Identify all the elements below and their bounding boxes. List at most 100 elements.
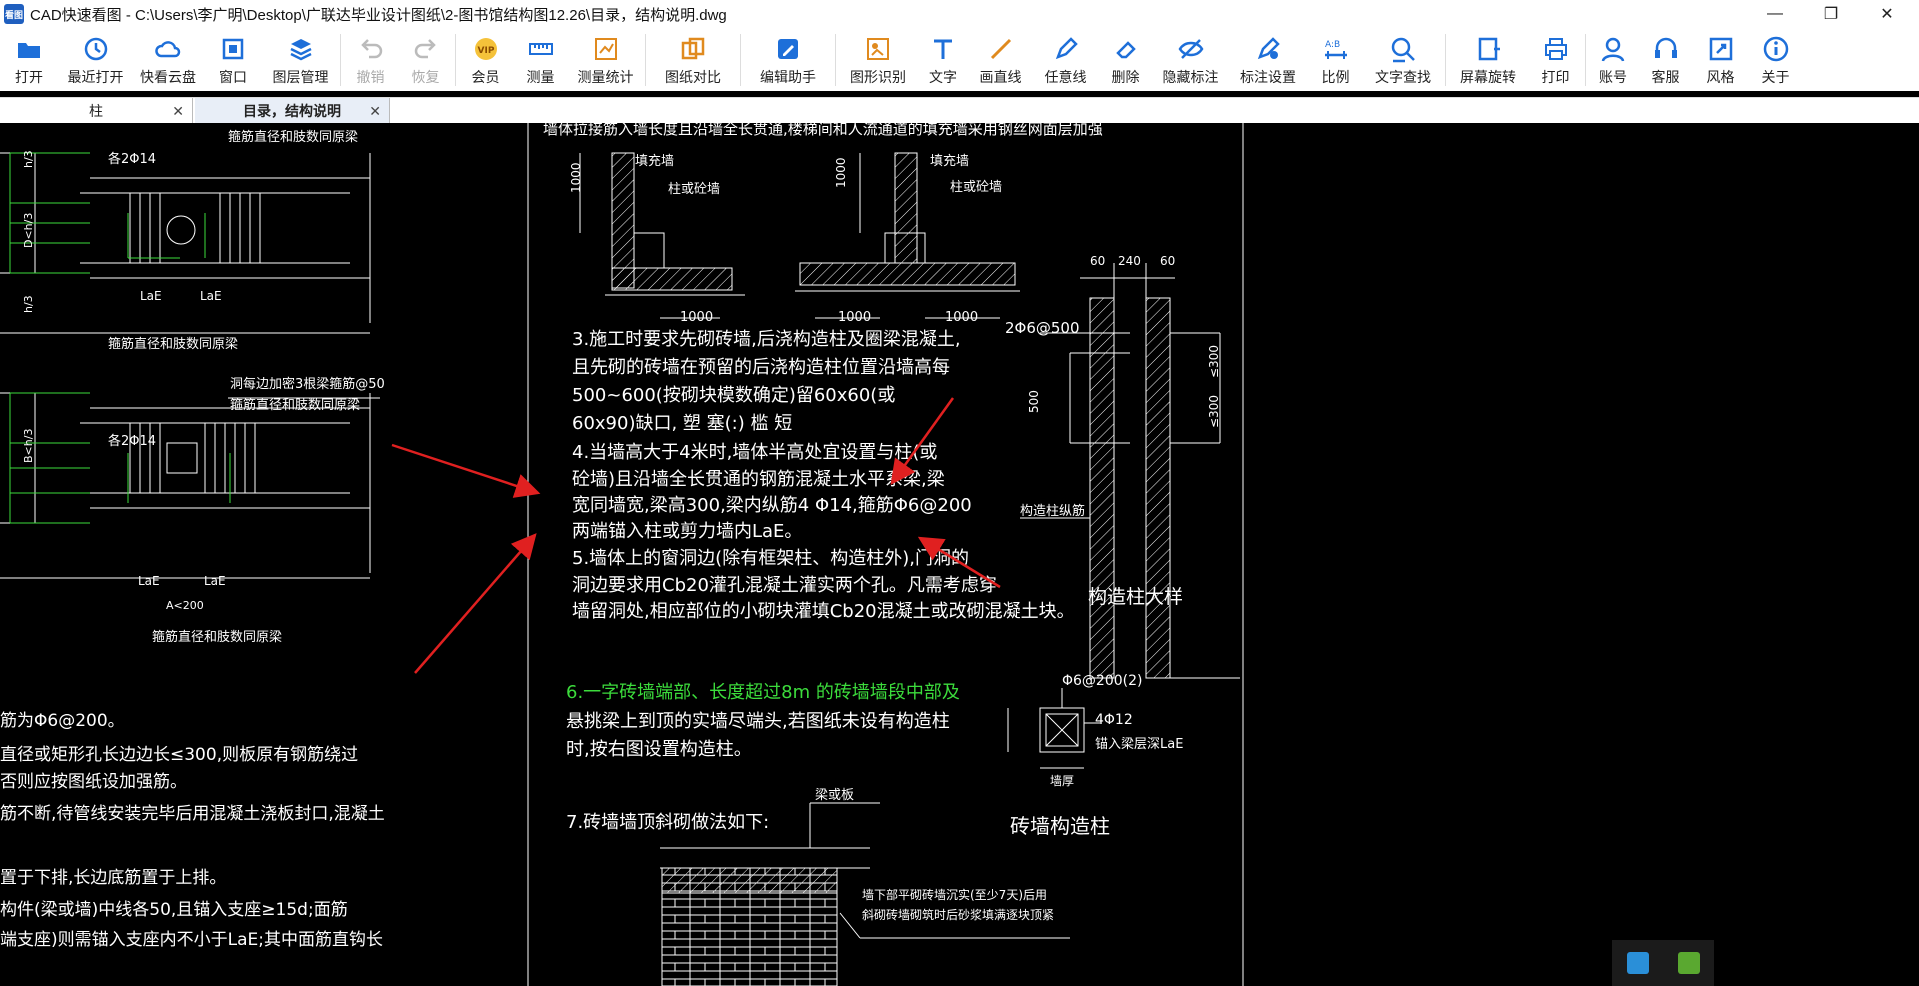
toolbar-button-line[interactable]: 画直线	[968, 28, 1033, 91]
toolbar-button-cloud[interactable]: 快看云盘	[133, 28, 203, 91]
dim-60: 60	[1090, 254, 1105, 268]
label-1000: 1000	[838, 310, 871, 325]
toolbar-button-edit-assistant[interactable]: 编辑助手	[743, 28, 833, 91]
edit-assistant-icon	[773, 34, 803, 64]
left-note-line: 筋不断,待管线安装完毕后用混凝土浇板封口,混凝土	[0, 804, 385, 824]
dim-500: 500	[1027, 390, 1041, 413]
toolbar-button-info[interactable]: 关于	[1748, 28, 1803, 91]
toolbar-button-undo: 撤销	[343, 28, 398, 91]
label-rebar4: 箍筋直径和肢数同原梁	[152, 629, 282, 645]
tab-column[interactable]: 柱 ✕	[0, 98, 193, 124]
close-window-icon[interactable]: ✕	[1859, 0, 1915, 28]
toolbar-label: 会员	[471, 69, 500, 85]
toolbar-label: 编辑助手	[760, 69, 816, 85]
dim-60: 60	[1160, 254, 1175, 268]
toolbar-button-folder-open[interactable]: 打开	[0, 28, 58, 91]
tab-structure-notes[interactable]: 目录，结构说明 ✕	[195, 98, 390, 124]
minimize-icon[interactable]: —	[1747, 0, 1803, 28]
label-beam: 梁或板	[815, 788, 854, 803]
note-line: 5.墙体上的窗洞边(除有框架柱、构造柱外),门洞的	[572, 548, 969, 569]
toolbar-button-style[interactable]: 风格	[1693, 28, 1748, 91]
rotate-screen-icon	[1473, 34, 1503, 64]
vip-icon: VIP	[471, 34, 501, 64]
tray-app-icon[interactable]	[1626, 952, 1649, 974]
toolbar-separator	[1445, 34, 1446, 86]
brick-note: 斜砌砖墙砌筑时后砂浆填满逐块顶紧	[862, 907, 1054, 922]
note-line: 悬挑梁上到顶的实墙尽端头,若图纸未设有构造柱	[566, 711, 950, 732]
toolbar-separator	[340, 34, 341, 86]
toolbar-button-hide-eye[interactable]: 隐藏标注	[1153, 28, 1228, 91]
label-1000: 1000	[945, 310, 978, 325]
toolbar-button-scale[interactable]: A:B 比例	[1308, 28, 1363, 91]
title-bar: 看图 CAD快速看图 - C:\Users\李广明\Desktop\广联达毕业设…	[0, 0, 1919, 28]
tab-label: 柱	[89, 103, 103, 119]
scale-icon: A:B	[1321, 34, 1351, 64]
toolbar-label: 客服	[1651, 69, 1680, 85]
label-bh3: B<h/3	[22, 429, 35, 463]
tray-nvidia-icon[interactable]	[1677, 952, 1700, 974]
style-icon	[1706, 34, 1736, 64]
toolbar-button-ruler[interactable]: 测量	[513, 28, 568, 91]
toolbar-label: 标注设置	[1240, 69, 1296, 85]
title-column-detail: 构造柱大样	[1088, 586, 1183, 608]
headset-icon	[1651, 34, 1681, 64]
text-icon	[928, 34, 958, 64]
text-search-icon	[1388, 34, 1418, 64]
label-column-or-wall: 柱或砼墙	[668, 182, 720, 197]
drawing-canvas[interactable]: 墙体拉接筋入墙长度且沿墙全长贯通,楼梯间和人流通道的填充墙采用钢丝网面层加强 箍…	[0, 123, 1919, 986]
label-lae: LaE	[140, 289, 162, 303]
user-icon	[1598, 34, 1628, 64]
label-column-bar: 构造柱纵筋	[1020, 503, 1085, 519]
toolbar-button-compare[interactable]: 图纸对比	[648, 28, 738, 91]
toolbar-label: 文字查找	[1375, 69, 1431, 85]
label-lae: LaE	[138, 574, 160, 588]
green-rebar-1	[9, 152, 206, 274]
toolbar-button-user[interactable]: 账号	[1588, 28, 1638, 91]
toolbar-button-headset[interactable]: 客服	[1638, 28, 1693, 91]
toolbar-label: 删除	[1111, 69, 1140, 85]
toolbar-button-layers[interactable]: 图层管理	[263, 28, 338, 91]
tab-label: 目录，结构说明	[243, 103, 341, 119]
toolbar-label: 快看云盘	[140, 69, 196, 85]
note-line: 且先砌的砖墙在预留的后浇构造柱位置沿墙高每	[572, 357, 950, 378]
toolbar-label: 隐藏标注	[1162, 69, 1219, 85]
left-note-line: 构件(梁或墙)中线各50,且锚入支座≥15d;面筋	[0, 900, 348, 920]
toolbar-label: 风格	[1706, 69, 1735, 85]
label-column-or-wall: 柱或砼墙	[950, 180, 1002, 195]
layers-icon	[286, 34, 316, 64]
eraser-icon	[1111, 34, 1141, 64]
toolbar-button-history[interactable]: 最近打开	[58, 28, 133, 91]
cloud-icon	[153, 34, 183, 64]
brick-column-detail	[1007, 688, 1100, 769]
red-arrow	[391, 443, 541, 498]
toolbar-button-rotate-screen[interactable]: 屏幕旋转	[1448, 28, 1528, 91]
toolbar-button-shape-recognition[interactable]: 图形识别	[838, 28, 918, 91]
toolbar-separator	[1585, 34, 1586, 86]
left-notes: 筋为Φ6@200。 直径或矩形孔长边边长≤300,则板原有钢筋绕过 否则应按图纸…	[0, 711, 385, 950]
toolbar-button-redo: 恢复	[398, 28, 453, 91]
toolbar-label: 账号	[1599, 69, 1627, 85]
toolbar-button-printer[interactable]: 打印	[1528, 28, 1583, 91]
toolbar-button-measure-stats[interactable]: 测量统计	[568, 28, 643, 91]
toolbar-button-pen[interactable]: 任意线	[1033, 28, 1098, 91]
shape-recognition-icon	[863, 34, 893, 64]
toolbar-button-window[interactable]: 窗口	[203, 28, 263, 91]
red-arrow	[414, 533, 537, 674]
toolbar-button-text[interactable]: 文字	[918, 28, 968, 91]
toolbar-button-annotation-settings[interactable]: 标注设置	[1228, 28, 1308, 91]
label-bar1: 各2Φ14	[108, 151, 156, 167]
restore-icon[interactable]: ❐	[1803, 0, 1859, 28]
label-bars: 4Φ12	[1095, 712, 1133, 728]
toolbar-label: 图层管理	[272, 69, 329, 85]
close-tab-icon[interactable]: ✕	[172, 103, 184, 120]
left-note-line: 直径或矩形孔长边边长≤300,则板原有钢筋绕过	[0, 745, 358, 765]
dim-300: ≤300	[1207, 345, 1221, 378]
cad-drawing: 墙体拉接筋入墙长度且沿墙全长贯通,楼梯间和人流通道的填充墙采用钢丝网面层加强 箍…	[0, 123, 1244, 986]
ruler-icon	[526, 34, 556, 64]
measure-stats-icon	[591, 34, 621, 64]
toolbar-button-text-search[interactable]: 文字查找	[1363, 28, 1443, 91]
close-tab-icon[interactable]: ✕	[369, 103, 381, 120]
toolbar-button-eraser[interactable]: 删除	[1098, 28, 1153, 91]
label-dh3: D<h/3	[22, 213, 35, 248]
toolbar-button-vip[interactable]: VIP 会员	[458, 28, 513, 91]
